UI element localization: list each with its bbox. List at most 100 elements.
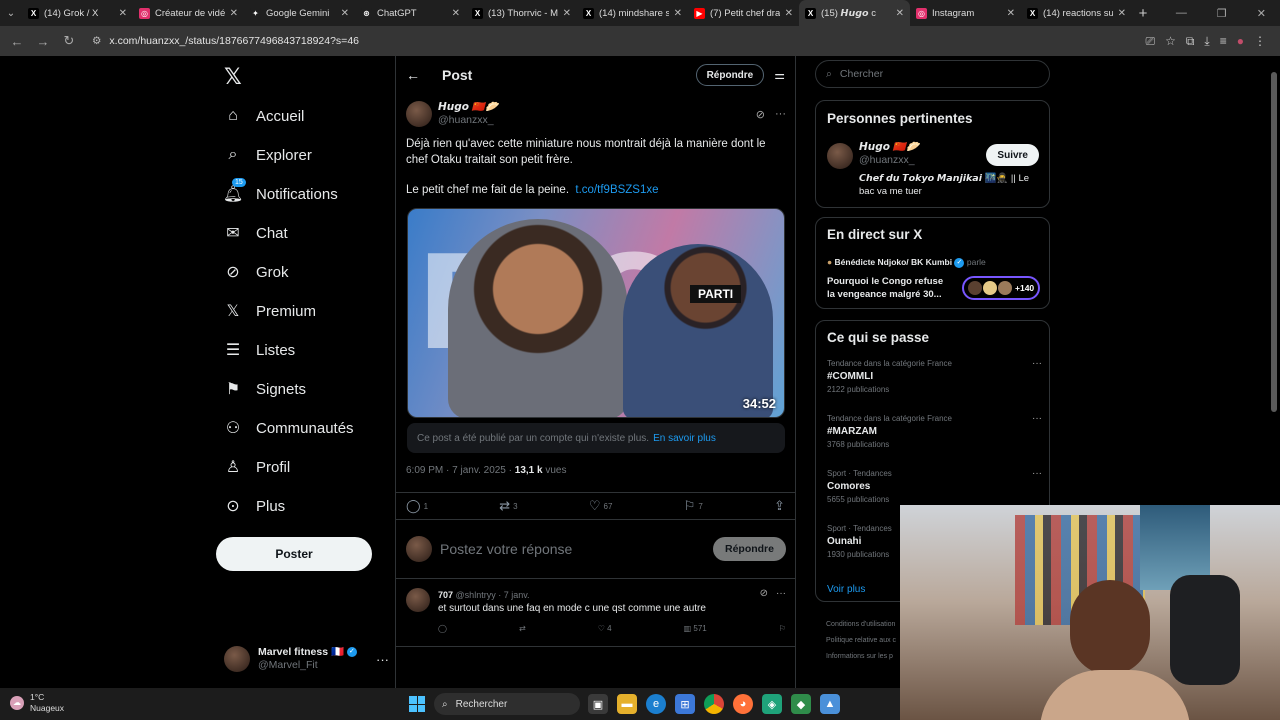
- page-scrollbar[interactable]: [1270, 58, 1278, 412]
- close-tab-icon[interactable]: ✕: [563, 8, 571, 19]
- repost-icon[interactable]: ⇄: [519, 624, 526, 633]
- back-icon[interactable]: ←: [6, 30, 28, 52]
- task-view-icon[interactable]: ▣: [588, 694, 608, 714]
- browser-tab[interactable]: X (14) Grok / X ✕: [22, 0, 133, 26]
- trend-item[interactable]: Tendance dans la catégorie France #COMML…: [827, 357, 1042, 396]
- see-more-link[interactable]: Voir plus: [827, 584, 865, 595]
- post-timestamp[interactable]: 6:09 PM · 7 janv. 2025 ·: [406, 465, 512, 476]
- app-icon[interactable]: ▲: [820, 694, 840, 714]
- extensions-icon[interactable]: ⧉: [1186, 34, 1195, 49]
- nav-item-listes[interactable]: ☰ Listes: [224, 336, 295, 364]
- close-tab-icon[interactable]: ✕: [896, 8, 904, 19]
- close-tab-icon[interactable]: ✕: [1118, 8, 1126, 19]
- forward-icon[interactable]: →: [32, 30, 54, 52]
- maximize-icon[interactable]: ❐: [1217, 7, 1227, 20]
- trend-item[interactable]: Sport · Tendances Comores 5655 publicati…: [827, 467, 1042, 506]
- nav-item-explorer[interactable]: ⌕ Explorer: [224, 141, 312, 169]
- reply-item[interactable]: 707 @shlntryy · 7 janv. ⊘ ··· et surtout…: [406, 586, 786, 642]
- browser-tab[interactable]: ▶ (7) Petit chef dram ✕: [688, 0, 799, 26]
- follow-button[interactable]: Suivre: [986, 144, 1039, 166]
- bookmark-icon[interactable]: ⚐: [779, 624, 786, 633]
- bookmark-star-icon[interactable]: ☆: [1165, 34, 1176, 48]
- tab-search-icon[interactable]: ⌄: [0, 0, 22, 26]
- install-app-icon[interactable]: ⎚: [1145, 34, 1155, 49]
- browser-tab[interactable]: ◎ Instagram ✕: [910, 0, 1021, 26]
- close-tab-icon[interactable]: ✕: [341, 8, 349, 19]
- reply-icon[interactable]: ◯: [438, 624, 447, 633]
- back-arrow-icon[interactable]: ←: [406, 67, 432, 83]
- close-tab-icon[interactable]: ✕: [1007, 8, 1015, 19]
- post-link[interactable]: t.co/tf9BSZS1xe: [575, 184, 658, 196]
- avatar[interactable]: [406, 101, 432, 127]
- grok-icon[interactable]: ⊘: [760, 588, 768, 599]
- like-action[interactable]: ♡ 67: [589, 498, 613, 514]
- close-tab-icon[interactable]: ✕: [230, 8, 238, 19]
- browser-tab[interactable]: ✦ Google Gemini ✕: [244, 0, 355, 26]
- scrollbar-thumb[interactable]: [1271, 72, 1277, 412]
- post-button[interactable]: Poster: [216, 537, 372, 571]
- bookmark-action[interactable]: ⚐ 7: [684, 498, 703, 514]
- more-horizontal-icon[interactable]: ···: [775, 108, 786, 121]
- browser-tab[interactable]: X (14) mindshare su ✕: [577, 0, 688, 26]
- avatar[interactable]: [406, 588, 430, 612]
- nav-item-accueil[interactable]: ⌂ Accueil: [224, 102, 304, 130]
- nav-item-plus[interactable]: ⊙ Plus: [224, 492, 285, 520]
- person-name[interactable]: 𝙃𝙪𝙜𝙤 🇨🇳🥟: [859, 141, 919, 153]
- chrome-icon[interactable]: [704, 694, 724, 714]
- x-logo-icon[interactable]: 𝕏: [224, 64, 242, 90]
- views-action[interactable]: ▥ 571: [684, 624, 707, 633]
- nav-item-signets[interactable]: ⚑ Signets: [224, 375, 306, 403]
- reply-handle-date[interactable]: @shlntryy · 7 janv.: [456, 590, 530, 600]
- nav-item-communautés[interactable]: ⚇ Communautés: [224, 414, 354, 442]
- new-tab-icon[interactable]: +: [1132, 5, 1154, 22]
- taskbar-search[interactable]: ⌕ Rechercher: [434, 693, 580, 715]
- footer-link[interactable]: Informations sur les p: [826, 649, 896, 665]
- reply-header-button[interactable]: Répondre: [695, 64, 765, 86]
- footer-link[interactable]: Politique relative aux c: [826, 633, 896, 649]
- repost-action[interactable]: ⇄ 3: [499, 498, 517, 514]
- browser-tab[interactable]: X (13) Thorrvic - Me ✕: [466, 0, 577, 26]
- nav-item-profil[interactable]: ♙ Profil: [224, 453, 290, 481]
- close-window-icon[interactable]: ✕: [1257, 7, 1266, 20]
- url-field[interactable]: ⚙ x.com/huanzxx_/status/1876677496843718…: [88, 30, 1141, 52]
- app-icon[interactable]: ◈: [762, 694, 782, 714]
- app-icon[interactable]: ◆: [791, 694, 811, 714]
- file-explorer-icon[interactable]: ▬: [617, 694, 637, 714]
- close-tab-icon[interactable]: ✕: [674, 8, 682, 19]
- nav-item-premium[interactable]: 𝕏 Premium: [224, 297, 316, 325]
- author-name[interactable]: 𝙃𝙪𝙜𝙤 🇨🇳🥟: [438, 101, 498, 113]
- author-handle[interactable]: @huanzxx_: [438, 114, 494, 126]
- weather-widget[interactable]: ☁ 1°C Nuageux: [10, 692, 64, 714]
- reload-icon[interactable]: ↻: [58, 30, 80, 52]
- site-info-icon[interactable]: ⚙: [92, 35, 101, 47]
- avatar[interactable]: [827, 143, 853, 169]
- browser-tab[interactable]: ◎ Créateur de vidéo ✕: [133, 0, 244, 26]
- account-switcher[interactable]: Marvel fitness 🇫🇷 ✓ @Marvel_Fit ···: [224, 642, 389, 676]
- more-horizontal-icon[interactable]: ···: [1032, 467, 1042, 480]
- footer-link[interactable]: Conditions d'utilisation: [826, 617, 896, 633]
- close-tab-icon[interactable]: ✕: [452, 8, 460, 19]
- trend-item[interactable]: Tendance dans la catégorie France #MARZA…: [827, 412, 1042, 451]
- browser-tab[interactable]: X (15) 𝙃𝙪𝙜𝙤 c ✕: [799, 0, 910, 26]
- learn-more-link[interactable]: En savoir plus: [653, 433, 716, 444]
- live-listeners[interactable]: +140: [962, 276, 1040, 300]
- reply-input[interactable]: Postez votre réponse: [440, 541, 705, 557]
- reply-author-name[interactable]: 707: [438, 590, 453, 600]
- video-thumbnail[interactable]: FAQ PARTI 34:52: [407, 208, 785, 418]
- more-horizontal-icon[interactable]: ···: [776, 588, 786, 599]
- person-handle[interactable]: @huanzxx_: [859, 154, 915, 166]
- firefox-icon[interactable]: ◕: [733, 694, 753, 714]
- grok-icon[interactable]: ⊘: [756, 108, 765, 121]
- close-tab-icon[interactable]: ✕: [119, 8, 127, 19]
- like-action[interactable]: ♡ 4: [598, 624, 612, 633]
- reply-action[interactable]: ◯ 1: [406, 498, 428, 514]
- edge-icon[interactable]: e: [646, 694, 666, 714]
- live-host[interactable]: Bénédicte Ndjoko/ BK Kumbi: [835, 257, 953, 267]
- nav-item-grok[interactable]: ⊘ Grok: [224, 258, 288, 286]
- minimize-icon[interactable]: —: [1176, 7, 1187, 19]
- reply-submit-button[interactable]: Répondre: [712, 537, 786, 561]
- browser-tab[interactable]: X (14) reactions sur ✕: [1021, 0, 1132, 26]
- search-input[interactable]: ⌕ Chercher: [815, 60, 1050, 88]
- profile-avatar-icon[interactable]: ●: [1237, 34, 1244, 48]
- browser-menu-icon[interactable]: ⋮: [1254, 34, 1266, 48]
